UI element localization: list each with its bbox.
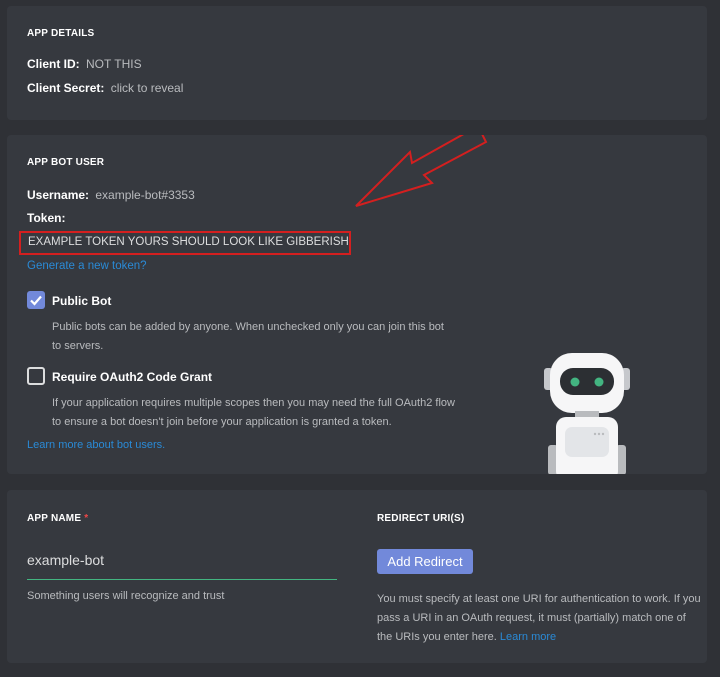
app-details-title: APP DETAILS [27, 28, 95, 39]
generate-token-link[interactable]: Generate a new token? [27, 260, 147, 272]
app-name-card: APP NAME * example-bot Something users wi… [7, 490, 707, 663]
username-value: example-bot#3353 [95, 188, 195, 202]
app-name-input[interactable]: example-bot [27, 548, 337, 580]
redirect-learn-more-link[interactable]: Learn more [500, 631, 556, 643]
username-label: Username: [27, 188, 90, 202]
client-id-row: Client ID: NOT THIS [27, 57, 142, 71]
oauth-grant-checkbox[interactable] [27, 367, 45, 385]
redirect-description: You must specify at least one URI for au… [377, 590, 702, 647]
redirect-title: REDIRECT URI(S) [377, 513, 465, 524]
app-name-title: APP NAME * [27, 513, 88, 524]
oauth-grant-description: If your application requires multiple sc… [52, 397, 455, 428]
bot-user-title: APP BOT USER [27, 157, 105, 168]
token-row: Token: [27, 211, 65, 225]
learn-bot-users-link[interactable]: Learn more about bot users. [27, 439, 165, 451]
add-redirect-button[interactable]: Add Redirect [377, 549, 473, 574]
robot-illustration-icon [544, 353, 630, 474]
token-value[interactable]: EXAMPLE TOKEN YOURS SHOULD LOOK LIKE GIB… [19, 231, 351, 255]
app-details-card: APP DETAILS Client ID: NOT THIS Client S… [7, 6, 707, 120]
reveal-secret-link[interactable]: click to reveal [111, 81, 184, 95]
app-name-title-text: APP NAME [27, 513, 82, 524]
username-row: Username: example-bot#3353 [27, 188, 195, 202]
public-bot-description: Public bots can be added by anyone. When… [52, 321, 444, 352]
annotation-arrow-icon [355, 135, 488, 207]
client-id-value: NOT THIS [86, 57, 142, 71]
required-mark: * [84, 513, 89, 524]
public-bot-label: Public Bot [52, 294, 112, 308]
client-secret-label: Client Secret: [27, 81, 105, 95]
client-id-label: Client ID: [27, 57, 80, 71]
token-label: Token: [27, 211, 66, 225]
client-secret-row: Client Secret: click to reveal [27, 81, 183, 95]
bot-user-card: APP BOT USER Username: example-bot#3353 … [7, 135, 707, 474]
checkmark-icon [30, 295, 42, 306]
public-bot-checkbox[interactable] [27, 291, 45, 309]
oauth-grant-label: Require OAuth2 Code Grant [52, 370, 213, 384]
app-name-hint: Something users will recognize and trust [27, 590, 225, 602]
